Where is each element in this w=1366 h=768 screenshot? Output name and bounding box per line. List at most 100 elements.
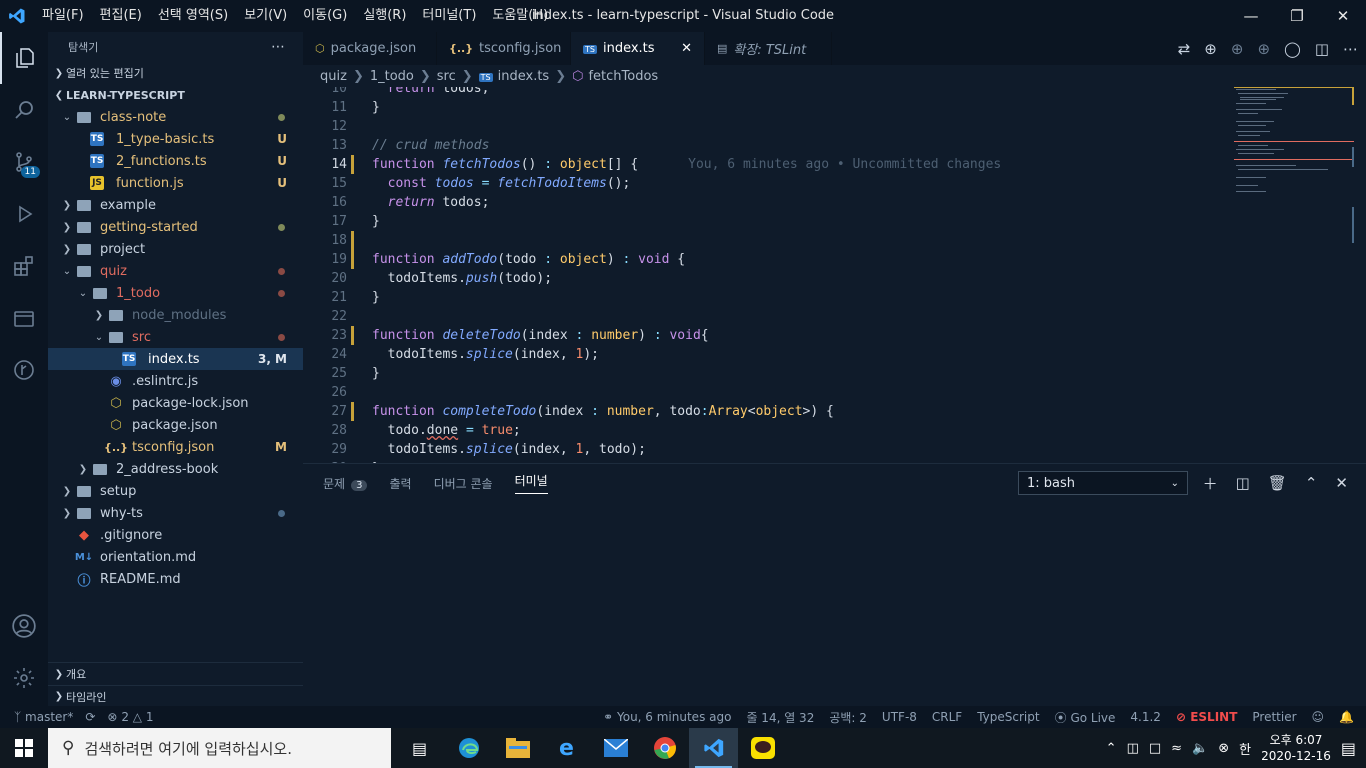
- eslint-status[interactable]: ⊘ ESLINT: [1176, 710, 1237, 724]
- tree-item[interactable]: ❯ setup: [48, 480, 303, 502]
- code-line[interactable]: 21}: [303, 288, 1366, 307]
- tree-item[interactable]: ⓘ README.md: [48, 568, 303, 590]
- tab--tslint[interactable]: ▤ 확장: TSLint: [705, 32, 832, 65]
- new-terminal-icon[interactable]: ＋: [1203, 473, 1218, 494]
- tree-item[interactable]: ❯ getting-started: [48, 216, 303, 238]
- extensions-icon[interactable]: [0, 240, 48, 292]
- windows-start-button[interactable]: [0, 728, 48, 768]
- tree-item[interactable]: ❯ project: [48, 238, 303, 260]
- workspace-root-section[interactable]: ❮ LEARN-TYPESCRIPT: [48, 84, 303, 106]
- tree-item[interactable]: TS 2_functions.ts U: [48, 150, 303, 172]
- tree-item[interactable]: M↓ orientation.md: [48, 546, 303, 568]
- close-panel-icon[interactable]: ✕: [1335, 474, 1348, 492]
- code-line[interactable]: 14 function fetchTodos() : object[] {You,…: [303, 155, 1366, 174]
- run-debug-icon[interactable]: [0, 188, 48, 240]
- tree-item[interactable]: ❯ why-ts: [48, 502, 303, 524]
- code-line[interactable]: 10 return todos;: [303, 87, 1366, 98]
- tab-output[interactable]: 출력: [389, 475, 411, 492]
- close-tab-icon[interactable]: ✕: [681, 41, 692, 56]
- tray-overflow-icon[interactable]: ⌃: [1106, 741, 1117, 756]
- minimap[interactable]: [1234, 87, 1354, 463]
- git-previous-icon[interactable]: ⊕: [1204, 40, 1217, 58]
- outline-section[interactable]: ❯ 개요: [48, 663, 303, 685]
- encoding[interactable]: UTF-8: [882, 710, 917, 724]
- notifications-icon[interactable]: 🔔: [1339, 710, 1354, 724]
- edge-icon[interactable]: [444, 728, 493, 768]
- tab-tsconfig-json[interactable]: {..} tsconfig.json: [437, 32, 571, 65]
- split-terminal-icon[interactable]: ◫: [1236, 474, 1250, 492]
- internet-explorer-icon[interactable]: e: [542, 728, 591, 768]
- wifi-icon[interactable]: ≈: [1171, 741, 1182, 756]
- vscode-taskbar-icon[interactable]: [689, 728, 738, 768]
- source-control-icon[interactable]: 11: [0, 136, 48, 188]
- breadcrumb-item[interactable]: 1_todo: [370, 69, 414, 84]
- tab-terminal[interactable]: 터미널: [514, 472, 548, 494]
- prettier-status[interactable]: Prettier: [1252, 710, 1296, 724]
- code-line[interactable]: 13 // crud methods: [303, 136, 1366, 155]
- tree-item[interactable]: ⬡ package-lock.json: [48, 392, 303, 414]
- code-line[interactable]: 17}: [303, 212, 1366, 231]
- tray-app-icon-2[interactable]: □: [1149, 741, 1161, 756]
- taskbar-search-box[interactable]: ⚲ 검색하려면 여기에 입력하십시오.: [48, 728, 391, 768]
- settings-gear-icon[interactable]: [0, 652, 48, 704]
- open-changes-icon[interactable]: ⇄: [1178, 40, 1191, 58]
- menu-item-7[interactable]: 도움말(H): [484, 0, 556, 32]
- code-line[interactable]: 29 todoItems.splice(index, 1, todo);: [303, 440, 1366, 459]
- code-line[interactable]: 25}: [303, 364, 1366, 383]
- code-line[interactable]: 26: [303, 383, 1366, 402]
- volume-icon[interactable]: 🔈: [1192, 741, 1208, 756]
- menu-item-1[interactable]: 편집(E): [92, 0, 150, 32]
- terminal-select[interactable]: 1: bash ⌄: [1018, 471, 1188, 495]
- code-line[interactable]: 16 return todos;: [303, 193, 1366, 212]
- chrome-icon[interactable]: [640, 728, 689, 768]
- code-line[interactable]: 22: [303, 307, 1366, 326]
- menu-item-0[interactable]: 파일(F): [34, 0, 92, 32]
- tree-item[interactable]: ◆ .gitignore: [48, 524, 303, 546]
- tab-package-json[interactable]: ⬡ package.json: [303, 32, 437, 65]
- code-editor[interactable]: 10 return todos; 11} 12 13// crud methods 14…: [303, 87, 1366, 463]
- tree-item[interactable]: ⌄ quiz: [48, 260, 303, 282]
- breadcrumb-item[interactable]: fetchTodos: [588, 69, 658, 84]
- code-line[interactable]: 24 todoItems.splice(index, 1);: [303, 345, 1366, 364]
- breadcrumb-item[interactable]: quiz: [320, 69, 347, 84]
- maximize-button[interactable]: ❐: [1274, 0, 1320, 32]
- task-view-icon[interactable]: ▤: [395, 728, 444, 768]
- menu-item-3[interactable]: 보기(V): [236, 0, 295, 32]
- blame-status[interactable]: ⚭ You, 6 minutes ago: [603, 710, 731, 724]
- tree-item[interactable]: ⌄ src: [48, 326, 303, 348]
- go-live-status[interactable]: ⦿ Go Live: [1055, 709, 1116, 726]
- mail-icon[interactable]: [591, 728, 640, 768]
- account-icon[interactable]: [0, 600, 48, 652]
- git-commit-icon[interactable]: ⊕: [1231, 40, 1244, 58]
- tree-item[interactable]: ⌄ 1_todo: [48, 282, 303, 304]
- tree-item[interactable]: {..} tsconfig.json M: [48, 436, 303, 458]
- git-graph-icon[interactable]: [0, 344, 48, 396]
- code-line[interactable]: 11}: [303, 98, 1366, 117]
- code-line[interactable]: 28 todo.done = true;: [303, 421, 1366, 440]
- menu-item-5[interactable]: 실행(R): [355, 0, 414, 32]
- code-line[interactable]: 18: [303, 231, 1366, 250]
- sync-icon[interactable]: ⟳: [85, 710, 95, 724]
- code-line[interactable]: 19 function addTodo(todo : object) : void…: [303, 250, 1366, 269]
- open-editors-section[interactable]: ❯ 열려 있는 편집기: [48, 62, 303, 84]
- problems-status[interactable]: ⊗ 2 △ 1: [107, 710, 153, 724]
- more-tab-actions-icon[interactable]: ⋯: [1343, 40, 1358, 58]
- tree-item[interactable]: ⌄ class-note: [48, 106, 303, 128]
- kill-terminal-icon[interactable]: 🗑: [1268, 474, 1287, 492]
- split-editor-icon[interactable]: ◫: [1315, 40, 1329, 58]
- git-next-icon[interactable]: ⊕: [1257, 40, 1270, 58]
- tab-problems[interactable]: 문제 3: [323, 475, 368, 492]
- tree-item[interactable]: ❯ node_modules: [48, 304, 303, 326]
- breadcrumb-item[interactable]: index.ts: [498, 69, 550, 84]
- menu-item-2[interactable]: 선택 영역(S): [150, 0, 236, 32]
- tree-item[interactable]: TS index.ts 3, M: [48, 348, 303, 370]
- end-of-line[interactable]: CRLF: [932, 710, 962, 724]
- code-line[interactable]: 27 function completeTodo(index : number, …: [303, 402, 1366, 421]
- system-clock[interactable]: 오후 6:07 2020-12-16: [1261, 732, 1331, 764]
- code-line[interactable]: 23 function deleteTodo(index : number) : …: [303, 326, 1366, 345]
- indentation[interactable]: 공백: 2: [829, 709, 867, 726]
- action-center-icon[interactable]: ▤: [1341, 739, 1356, 758]
- tree-item[interactable]: ❯ 2_address-book: [48, 458, 303, 480]
- code-line[interactable]: 12: [303, 117, 1366, 136]
- kakaotalk-icon[interactable]: [738, 728, 787, 768]
